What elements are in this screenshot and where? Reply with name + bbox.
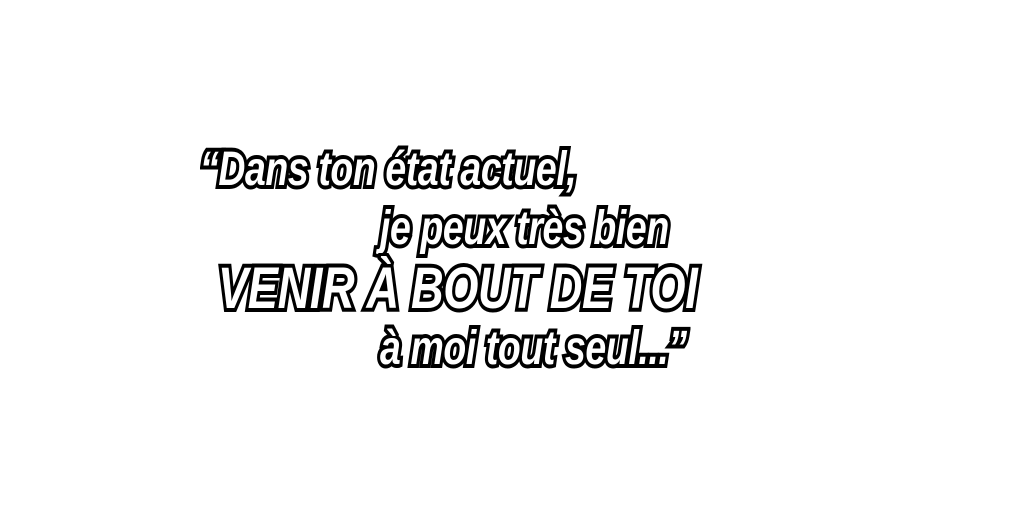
quote-line-4: à moi tout seul...”: [377, 321, 690, 377]
quote-line-1: “Dans ton état actuel,: [197, 142, 580, 198]
quote-line-3-emphasis: VENIR À BOUT DE TOI: [215, 256, 701, 322]
quote-line-2: je peux très bien: [377, 201, 672, 257]
speech-caption-canvas: “Dans ton état actuel, je peux très bien…: [0, 0, 1024, 512]
